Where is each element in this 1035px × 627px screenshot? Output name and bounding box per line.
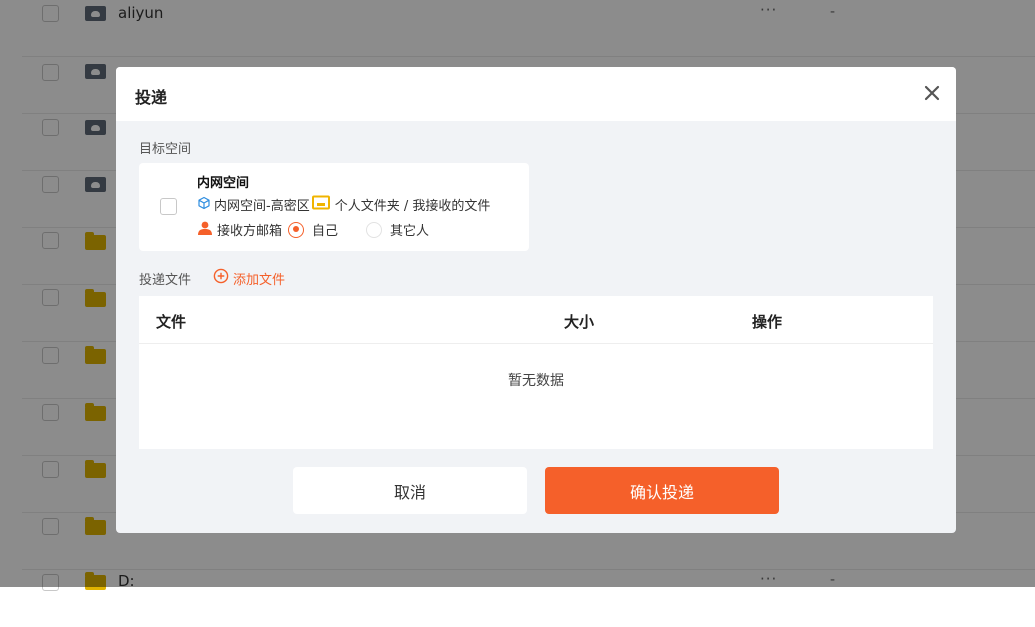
space-path-text: 内网空间-高密区 [214, 199, 310, 214]
cancel-button[interactable]: 取消 [293, 467, 527, 514]
dialog-title: 投递 [135, 88, 168, 107]
add-file-button[interactable]: 添加文件 [213, 268, 285, 288]
receiver-row: 接收方邮箱 自己 其它人 [197, 220, 429, 239]
radio-self[interactable] [288, 221, 305, 238]
dialog-header: 投递 [116, 67, 956, 121]
column-size: 大小 [564, 313, 595, 331]
files-label: 投递文件 [139, 273, 192, 288]
folder-icon [311, 195, 330, 214]
receiver-label: 接收方邮箱 [217, 224, 283, 239]
radio-others[interactable] [366, 221, 383, 238]
add-file-label[interactable]: 添加文件 [233, 269, 285, 288]
confirm-deliver-button[interactable]: 确认投递 [545, 467, 779, 514]
folder-path-text: 个人文件夹 / 我接收的文件 [334, 199, 491, 214]
cube-icon [197, 196, 211, 214]
file-table: 文件 大小 操作 暂无数据 [139, 296, 933, 449]
close-icon[interactable] [921, 82, 943, 104]
space-checkbox[interactable] [160, 198, 177, 215]
target-space-label: 目标空间 [139, 142, 192, 157]
deliver-dialog: 投递 目标空间 内网空间 内网空间-高密区 个人文件夹 / 我接收的文件 接收方… [116, 67, 956, 533]
space-card[interactable]: 内网空间 内网空间-高密区 个人文件夹 / 我接收的文件 接收方邮箱 自己 其它… [139, 163, 529, 251]
option-self-label[interactable]: 自己 [312, 220, 338, 239]
space-name: 内网空间 [197, 176, 250, 191]
person-icon [197, 221, 213, 239]
empty-state: 暂无数据 [508, 373, 564, 389]
plus-circle-icon [213, 268, 229, 288]
table-header-divider [139, 343, 933, 344]
column-action: 操作 [752, 313, 783, 331]
column-file: 文件 [156, 313, 187, 331]
option-others-label[interactable]: 其它人 [390, 220, 429, 239]
space-path: 内网空间-高密区 个人文件夹 / 我接收的文件 [197, 195, 492, 214]
